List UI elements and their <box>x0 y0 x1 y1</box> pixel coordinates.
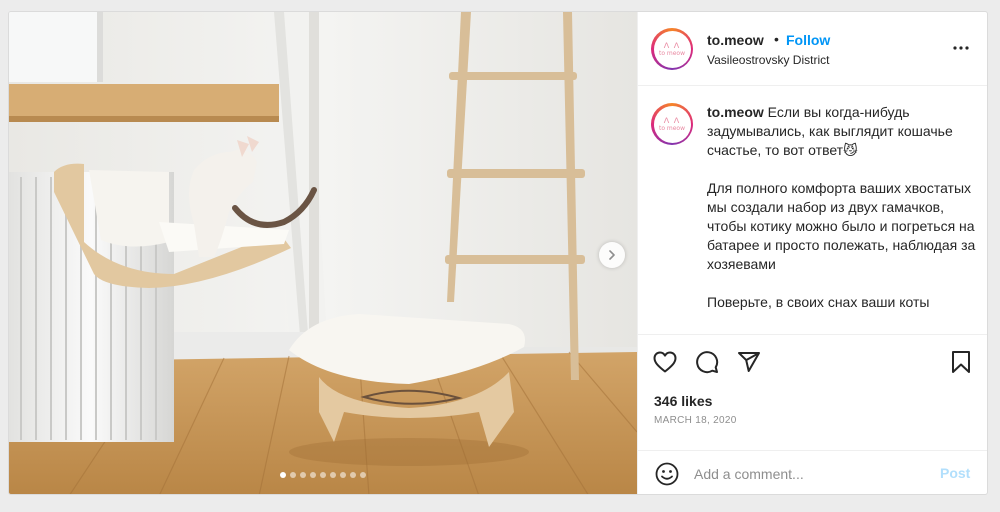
save-button[interactable] <box>948 349 974 375</box>
separator-dot: • <box>774 31 779 47</box>
comment-input[interactable] <box>694 461 924 487</box>
comment-button[interactable] <box>694 349 720 375</box>
share-icon <box>738 352 760 372</box>
post-date[interactable]: MARCH 18, 2020 <box>654 415 737 426</box>
carousel-indicator <box>9 472 637 478</box>
like-button[interactable] <box>652 349 678 375</box>
carousel-dot <box>350 472 356 478</box>
post-media[interactable] <box>9 12 637 494</box>
carousel-dot <box>340 472 346 478</box>
avatar[interactable]: ᐱ ᐱ to meow <box>651 28 693 70</box>
comment-icon <box>696 351 719 374</box>
caption-paragraph-3: Поверьте, в своих снах ваши коты <box>707 294 930 310</box>
username-link[interactable]: to.meow <box>707 32 764 48</box>
location-link[interactable]: Vasileostrovsky District <box>707 53 829 67</box>
carousel-dot <box>280 472 286 478</box>
emoji-button[interactable] <box>654 461 680 487</box>
follow-button[interactable]: Follow <box>786 32 830 48</box>
action-bar: 346 likes MARCH 18, 2020 <box>638 334 987 450</box>
post-photo <box>9 12 637 494</box>
caption-spacer: ⠀⠀ <box>707 163 724 176</box>
more-dots-icon <box>953 46 969 50</box>
share-button[interactable] <box>736 349 762 375</box>
carousel-dot <box>330 472 336 478</box>
caption-avatar[interactable]: ᐱ ᐱ to meow <box>651 103 693 145</box>
carousel-dot <box>290 472 296 478</box>
next-slide-button[interactable] <box>599 242 625 268</box>
more-options-button[interactable] <box>949 36 973 60</box>
caption-paragraph-1: to.meow Если вы когда-нибудь задумывалис… <box>707 103 977 160</box>
instagram-post: ᐱ ᐱ to meow to.meow • Follow Vasileostro… <box>8 11 988 495</box>
post-header: ᐱ ᐱ to meow to.meow • Follow Vasileostro… <box>638 12 987 86</box>
smile-icon <box>655 462 679 486</box>
avatar-ears: ᐱ ᐱ <box>663 40 681 50</box>
avatar-image: ᐱ ᐱ to meow <box>653 30 691 68</box>
chevron-right-icon <box>609 250 615 260</box>
post-comment-button[interactable]: Post <box>940 465 970 481</box>
avatar-image: ᐱ ᐱ to meow <box>653 105 691 143</box>
carousel-dot <box>360 472 366 478</box>
caption-text: to.meow Если вы когда-нибудь задумывалис… <box>707 103 977 312</box>
carousel-dot <box>320 472 326 478</box>
comment-bar: Post <box>638 450 987 494</box>
heart-icon <box>653 351 677 373</box>
avatar-ears: ᐱ ᐱ <box>663 115 681 125</box>
like-count[interactable]: 346 likes <box>654 393 712 409</box>
caption-username[interactable]: to.meow <box>707 104 764 120</box>
avatar-logo-text: to meow <box>658 124 686 132</box>
caption-spacer: ⠀⠀ <box>707 277 724 290</box>
bookmark-icon <box>952 351 970 373</box>
post-side-panel: ᐱ ᐱ to meow to.meow • Follow Vasileostro… <box>637 12 987 494</box>
carousel-dot <box>310 472 316 478</box>
carousel-dot <box>300 472 306 478</box>
avatar-logo-text: to meow <box>658 49 686 57</box>
caption-section: ᐱ ᐱ to meow to.meow Если вы когда-нибудь… <box>638 87 987 334</box>
caption-paragraph-2: Для полного комфорта ваших хвостатых мы … <box>707 180 976 272</box>
